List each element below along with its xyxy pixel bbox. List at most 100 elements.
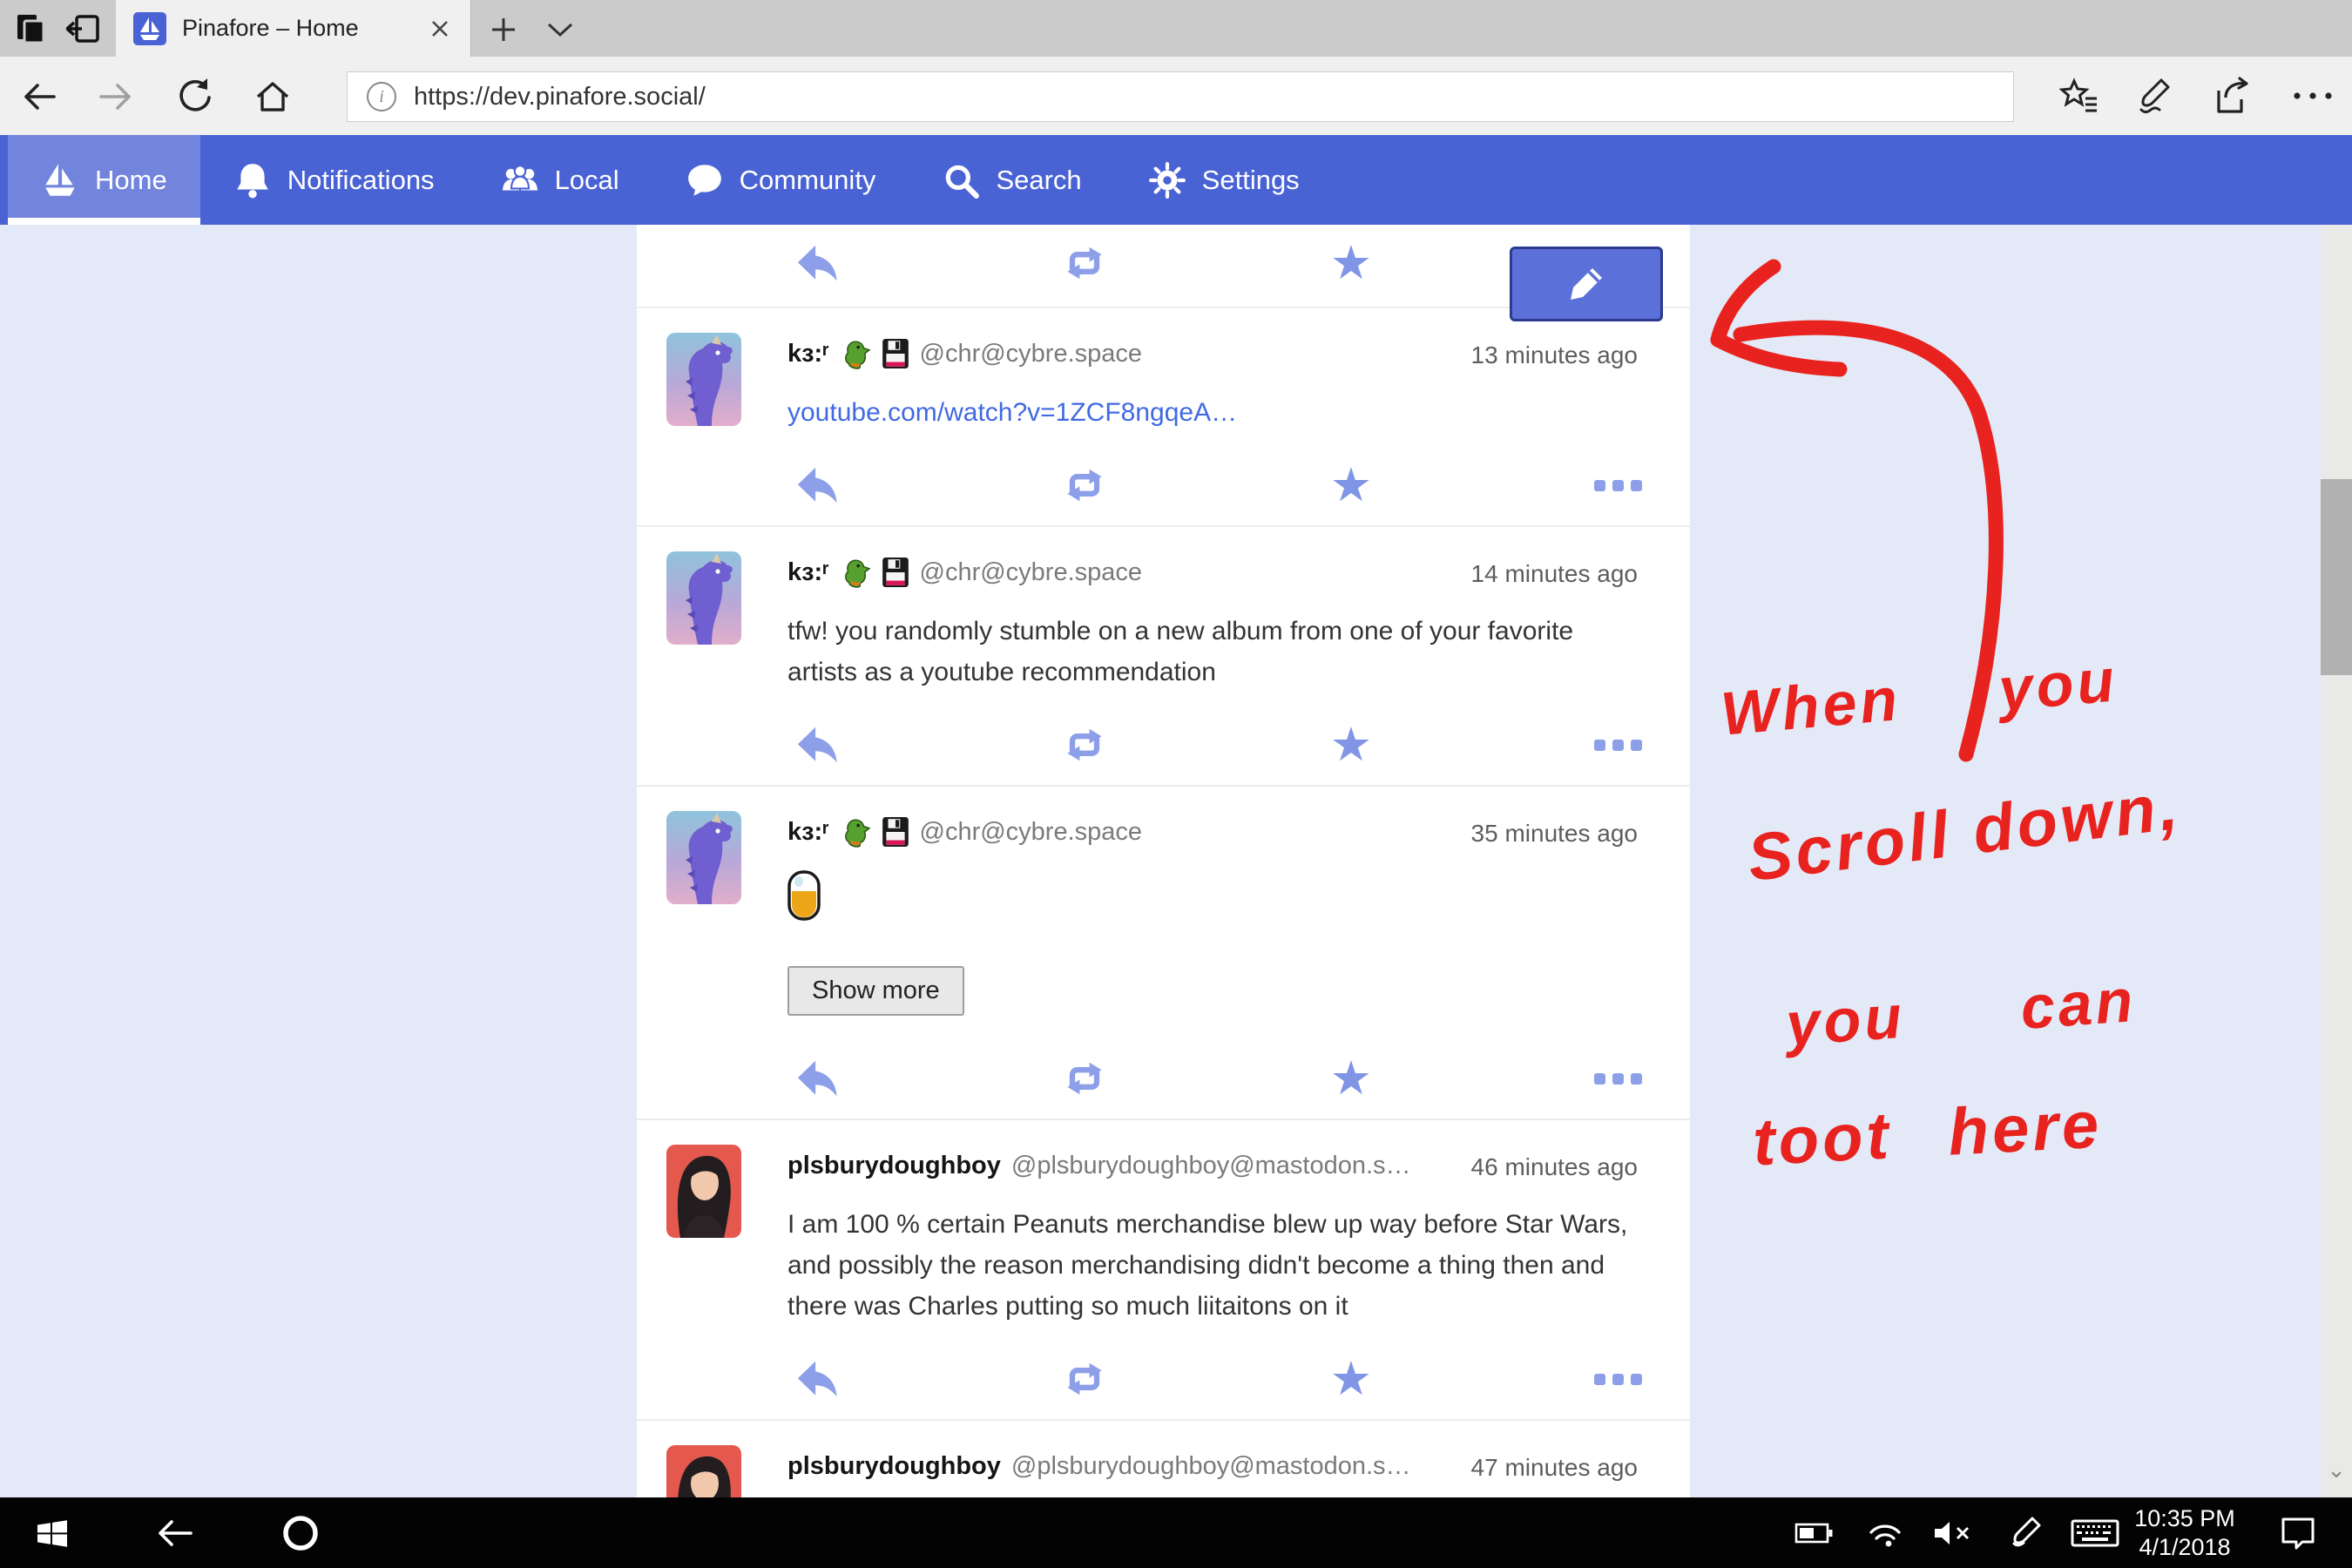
favorite-star-icon[interactable]: ★: [1218, 1351, 1484, 1407]
favorite-star-icon[interactable]: ★: [1218, 457, 1484, 513]
boost-icon[interactable]: [951, 235, 1218, 291]
display-name[interactable]: kз:ʳ: [787, 818, 829, 847]
favorites-hub-icon[interactable]: [2059, 77, 2099, 117]
search-icon: [942, 161, 980, 199]
account-handle: @chr@cybre.space: [920, 818, 1143, 847]
scrollbar-down-arrow[interactable]: ⌄: [2321, 1456, 2352, 1483]
tab-title: Pinafore – Home: [182, 15, 359, 42]
address-bar[interactable]: i https://dev.pinafore.social/: [347, 71, 2014, 122]
tab-preview-icon[interactable]: [14, 12, 47, 45]
action-center-icon[interactable]: [2272, 1497, 2324, 1568]
refresh-icon[interactable]: [176, 77, 216, 117]
display-name[interactable]: kз:ʳ: [787, 340, 829, 368]
account-handle: @plsburydoughboy@mastodon.s…: [1011, 1152, 1411, 1180]
tablet-back-icon[interactable]: [148, 1497, 200, 1568]
pen-icon[interactable]: [2002, 1497, 2049, 1568]
toot[interactable]: kз:ʳ @chr@cybre.space 14 minutes ago tfw…: [637, 527, 1690, 787]
taskbar: 10:35 PM4/1/2018: [0, 1497, 2352, 1568]
touch-keyboard-icon[interactable]: [2066, 1497, 2124, 1568]
start-button-icon[interactable]: [26, 1497, 78, 1568]
reply-icon[interactable]: [685, 457, 951, 513]
more-options-icon[interactable]: [2291, 90, 2335, 102]
boost-icon[interactable]: [951, 1351, 1218, 1407]
beverage-glass-emoji: [787, 870, 821, 921]
timestamp[interactable]: 47 minutes ago: [1471, 1454, 1638, 1482]
back-icon[interactable]: [19, 77, 59, 117]
account-handle: @chr@cybre.space: [920, 558, 1143, 587]
nav-item-notifications[interactable]: Notifications: [200, 135, 468, 225]
volume-muted-icon[interactable]: [1929, 1497, 1977, 1568]
scrollbar-track[interactable]: [2321, 225, 2352, 1497]
floppy-disk-emoji: [882, 816, 909, 848]
reply-icon[interactable]: [685, 1051, 951, 1106]
boost-icon[interactable]: [951, 1051, 1218, 1106]
sailboat-icon: [41, 161, 79, 199]
nav-label: Community: [740, 165, 876, 196]
timestamp[interactable]: 13 minutes ago: [1471, 341, 1638, 369]
favorite-star-icon[interactable]: ★: [1218, 717, 1484, 773]
boost-icon[interactable]: [951, 457, 1218, 513]
toot-link[interactable]: youtube.com/watch?v=1ZCF8ngqeA…: [787, 398, 1237, 427]
pinafore-favicon: [133, 12, 166, 45]
nav-label: Local: [555, 165, 619, 196]
display-name[interactable]: kз:ʳ: [787, 558, 829, 587]
favorite-star-icon[interactable]: ★: [1218, 1051, 1484, 1106]
display-name[interactable]: plsburydoughboy: [787, 1452, 1001, 1481]
browser-toolbar: i https://dev.pinafore.social/: [0, 57, 2352, 135]
show-more-button[interactable]: Show more: [787, 966, 964, 1016]
avatar[interactable]: [666, 811, 741, 904]
dragon-emoji: [840, 338, 871, 369]
timestamp[interactable]: 14 minutes ago: [1471, 560, 1638, 588]
toot-more-icon[interactable]: [1484, 457, 1690, 513]
home-icon[interactable]: [253, 77, 293, 117]
favorite-star-icon[interactable]: ★: [1218, 235, 1484, 291]
set-tabs-aside-icon[interactable]: [66, 12, 101, 45]
scrollbar-thumb[interactable]: [2321, 479, 2352, 675]
nav-label: Home: [95, 165, 167, 196]
close-tab-icon[interactable]: [430, 19, 449, 38]
toot[interactable]: plsburydoughboy @plsburydoughboy@mastodo…: [637, 1120, 1690, 1421]
timestamp[interactable]: 35 minutes ago: [1471, 820, 1638, 848]
bell-icon: [233, 161, 272, 199]
url-text[interactable]: https://dev.pinafore.social/: [414, 83, 706, 112]
share-icon[interactable]: [2213, 77, 2253, 117]
floppy-disk-emoji: [882, 557, 909, 588]
cortana-icon[interactable]: [272, 1497, 329, 1568]
toot-more-icon[interactable]: [1484, 1351, 1690, 1407]
toot[interactable]: kз:ʳ @chr@cybre.space 13 minutes ago you…: [637, 308, 1690, 527]
nav-item-home[interactable]: Home: [8, 135, 200, 225]
toot-more-icon[interactable]: [1484, 717, 1690, 773]
reply-icon[interactable]: [685, 1351, 951, 1407]
dragon-emoji: [840, 816, 871, 848]
tab-list-chevron-icon[interactable]: [545, 21, 575, 38]
avatar[interactable]: [666, 1445, 741, 1497]
nav-item-community[interactable]: Community: [652, 135, 909, 225]
avatar[interactable]: [666, 551, 741, 645]
clock-date: 4/1/2018: [2134, 1533, 2235, 1562]
compose-toot-button[interactable]: [1510, 247, 1663, 321]
boost-icon[interactable]: [951, 717, 1218, 773]
reply-icon[interactable]: [685, 235, 951, 291]
display-name[interactable]: plsburydoughboy: [787, 1152, 1001, 1180]
account-handle: @chr@cybre.space: [920, 340, 1143, 368]
forward-icon[interactable]: [96, 77, 136, 117]
new-tab-icon[interactable]: [490, 16, 517, 44]
gear-icon: [1148, 161, 1186, 199]
avatar[interactable]: [666, 333, 741, 426]
clock[interactable]: 10:35 PM4/1/2018: [2124, 1497, 2246, 1568]
reply-icon[interactable]: [685, 717, 951, 773]
web-note-pen-icon[interactable]: [2134, 77, 2174, 117]
wifi-icon[interactable]: [1862, 1497, 1908, 1568]
screen: Pinafore – Home i https://dev.pinafore: [0, 0, 2352, 1568]
nav-item-local[interactable]: Local: [468, 135, 652, 225]
timestamp[interactable]: 46 minutes ago: [1471, 1153, 1638, 1181]
browser-tab[interactable]: Pinafore – Home: [116, 0, 470, 57]
nav-item-search[interactable]: Search: [909, 135, 1114, 225]
site-info-icon[interactable]: i: [367, 82, 396, 112]
toot[interactable]: kз:ʳ @chr@cybre.space 35 minutes ago Sho…: [637, 787, 1690, 1120]
toot[interactable]: plsburydoughboy @plsburydoughboy@mastodo…: [637, 1421, 1690, 1497]
timeline-column: ★ kз:ʳ @chr@cybre.space 13 min: [637, 225, 1690, 1497]
nav-item-settings[interactable]: Settings: [1115, 135, 1333, 225]
toot-more-icon[interactable]: [1484, 1051, 1690, 1106]
avatar[interactable]: [666, 1145, 741, 1238]
